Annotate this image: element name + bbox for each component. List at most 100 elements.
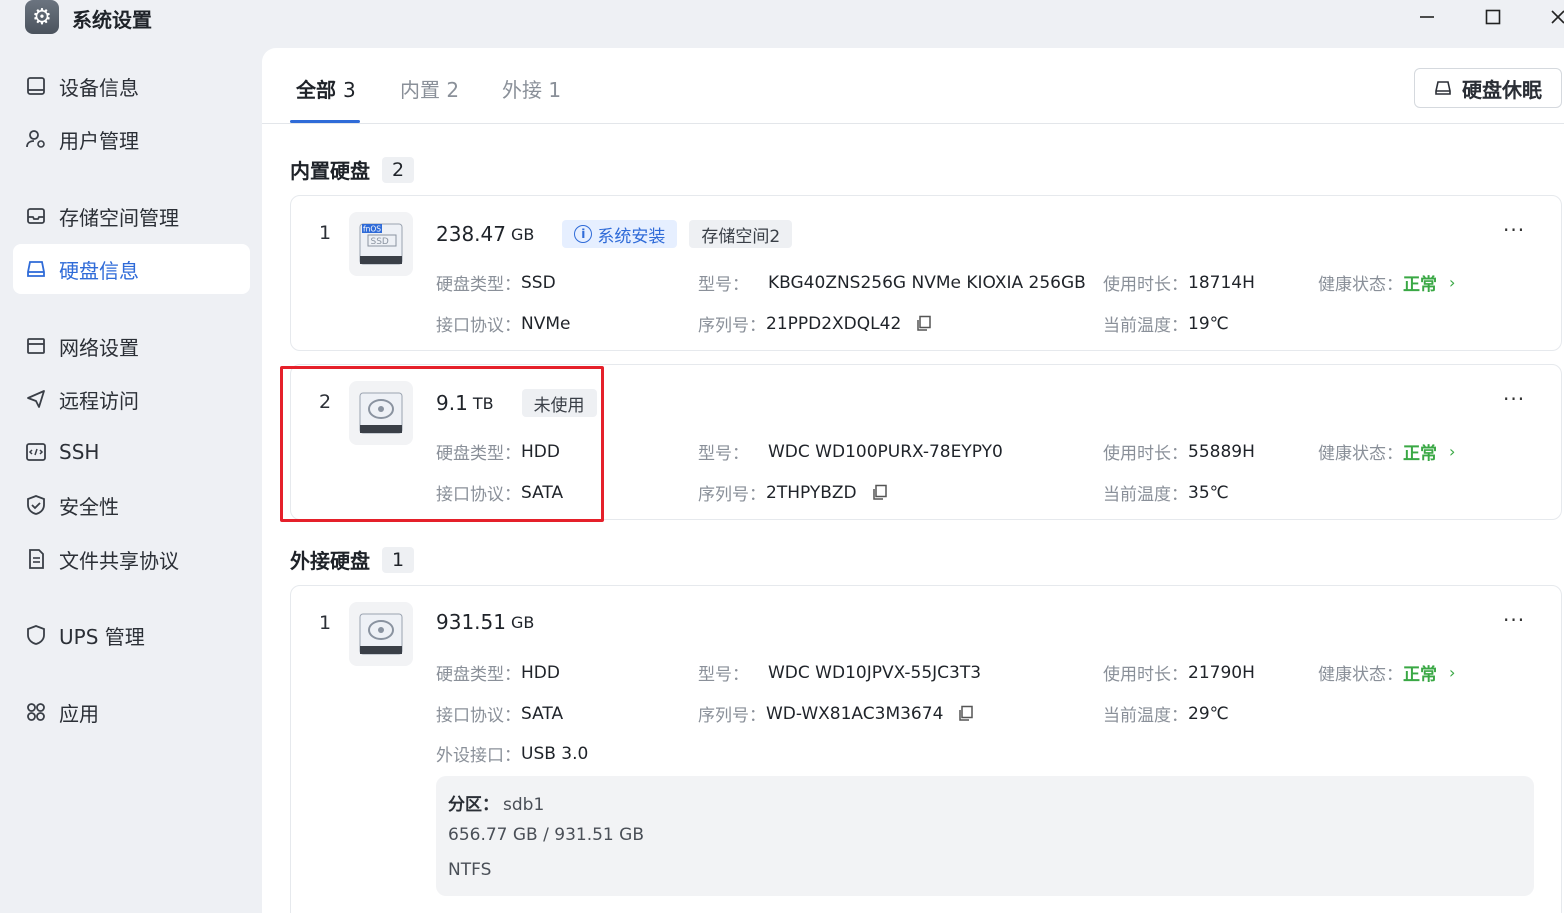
close-button[interactable] (1543, 2, 1564, 32)
section-title-external: 外接硬盘 1 (290, 545, 415, 574)
sidebar-item-label: 网络设置 (59, 335, 139, 360)
section-title-text: 外接硬盘 (290, 549, 370, 573)
tab-label: 外接 (502, 78, 542, 102)
field-value: WDC WD10JPVX-55JC3T3 (768, 662, 982, 683)
shield-check-icon (25, 494, 47, 516)
sidebar-item-file-sharing[interactable]: 文件共享协议 (13, 534, 250, 584)
usage-hours-field: 使用时长： 55889H (1103, 439, 1255, 465)
minimize-icon (1420, 16, 1434, 18)
more-icon[interactable]: ··· (1503, 218, 1525, 242)
field-label: 当前温度： (1103, 316, 1188, 336)
disk-size-unit: GB (510, 612, 535, 632)
window-title: 系统设置 (72, 8, 152, 32)
sidebar-item-label: 安全性 (59, 494, 119, 519)
partition-name: sdb1 (503, 795, 545, 815)
disk-type-field: 硬盘类型： SSD (436, 270, 556, 296)
health-field[interactable]: 健康状态： 正常 › (1318, 439, 1455, 464)
maximize-icon (1485, 9, 1501, 25)
device-icon (25, 75, 47, 97)
section-title-internal: 内置硬盘 2 (290, 155, 415, 184)
sidebar-item-remote-access[interactable]: 远程访问 (13, 374, 250, 424)
field-label: 硬盘类型： (436, 665, 521, 685)
tab-all[interactable]: 全部 3 (296, 74, 356, 103)
tab-external[interactable]: 外接 1 (502, 74, 561, 103)
sidebar-item-device-info[interactable]: 设备信息 (13, 61, 250, 111)
copy-icon[interactable] (871, 484, 888, 501)
partition-filesystem: NTFS (448, 860, 492, 880)
tag-label: 系统安装 (597, 226, 666, 247)
field-value: 19℃ (1188, 313, 1229, 334)
field-value: KBG40ZNS256G NVMe KIOXIA 256GB (768, 272, 1086, 293)
health-status: 正常 (1403, 275, 1437, 295)
sidebar-item-security[interactable]: 安全性 (13, 480, 250, 530)
temperature-field: 当前温度： 29℃ (1103, 701, 1229, 727)
field-label: 型号： (698, 275, 749, 295)
field-label: 型号： (698, 444, 749, 464)
field-label: 序列号： (698, 706, 766, 726)
sidebar-item-apps[interactable]: 应用 (13, 687, 250, 737)
field-label: 硬盘类型： (436, 275, 521, 295)
health-field[interactable]: 健康状态： 正常 › (1318, 270, 1455, 295)
usage-hours-field: 使用时长： 18714H (1103, 270, 1255, 296)
tab-internal[interactable]: 内置 2 (400, 74, 459, 103)
sidebar-item-label: SSH (59, 440, 100, 464)
health-field[interactable]: 健康状态： 正常 › (1318, 660, 1455, 685)
disk-icon (1435, 81, 1451, 95)
sidebar-item-label: 用户管理 (59, 128, 139, 153)
sidebar-item-label: 硬盘信息 (59, 258, 139, 283)
code-icon (25, 441, 47, 463)
more-icon[interactable]: ··· (1503, 387, 1525, 411)
disk-size: 931.51 GB (436, 610, 534, 634)
disk-sleep-label: 硬盘休眠 (1462, 77, 1542, 102)
copy-icon[interactable] (915, 315, 932, 332)
partition-name-line: 分区： sdb1 (448, 790, 544, 815)
disk-type-field: 硬盘类型： HDD (436, 660, 560, 686)
sidebar-item-ups[interactable]: UPS 管理 (13, 610, 250, 660)
sidebar-item-storage-management[interactable]: 存储空间管理 (13, 191, 250, 241)
serial-field: 序列号： WD-WX81AC3M3674 (698, 701, 974, 726)
sidebar-item-label: 远程访问 (59, 388, 139, 413)
sidebar-item-disk-info[interactable]: 硬盘信息 (13, 244, 250, 294)
hdd-image (349, 602, 413, 666)
model-field: 型号： WDC WD10JPVX-55JC3T3 (698, 660, 982, 686)
partition-label: 分区： (448, 795, 499, 815)
field-label: 健康状态： (1318, 444, 1403, 464)
field-label: 当前温度： (1103, 485, 1188, 505)
section-count: 1 (382, 546, 415, 573)
ssd-image: fnOS SSD (349, 212, 413, 276)
disk-index: 1 (319, 612, 332, 634)
minimize-button[interactable] (1412, 2, 1442, 32)
disk-sleep-button[interactable]: 硬盘休眠 (1414, 68, 1562, 108)
disk-index: 1 (319, 222, 332, 244)
gear-icon: ⚙ (25, 0, 59, 34)
field-label: 使用时长： (1103, 444, 1188, 464)
disk-card[interactable]: 1 fnOS SSD 238.47 GB i 系统安装 存储空间2 ··· 硬盘类… (290, 195, 1562, 351)
chevron-right-icon: › (1449, 273, 1456, 292)
title-bar: ⚙ 系统设置 (0, 0, 1564, 44)
disk-card[interactable]: 1 931.51 GB ··· 硬盘类型： HDD 接口协议： SATA 外设接口：… (290, 585, 1562, 913)
sidebar-item-network[interactable]: 网络设置 (13, 321, 250, 371)
user-gear-icon (25, 128, 47, 150)
shield-icon (25, 624, 47, 646)
model-field: 型号： KBG40ZNS256G NVMe KIOXIA 256GB (698, 270, 1086, 296)
field-value: 18714H (1188, 272, 1255, 293)
sidebar-item-user-management[interactable]: 用户管理 (13, 114, 250, 164)
section-count: 2 (382, 156, 415, 183)
system-install-tag: i 系统安装 (562, 220, 678, 248)
maximize-button[interactable] (1478, 2, 1508, 32)
more-icon[interactable]: ··· (1503, 608, 1525, 632)
health-status: 正常 (1403, 665, 1437, 685)
tab-count: 2 (446, 78, 460, 102)
sidebar-item-label: 应用 (59, 701, 99, 726)
copy-icon[interactable] (957, 705, 974, 722)
section-title-text: 内置硬盘 (290, 159, 370, 183)
sidebar-item-ssh[interactable]: SSH (13, 427, 250, 477)
serial-field: 序列号： 21PPD2XDQL42 (698, 311, 932, 336)
storage-tag: 存储空间2 (689, 220, 793, 248)
field-value: 55889H (1188, 441, 1255, 462)
field-value: WDC WD100PURX-78EYPY0 (768, 441, 1003, 462)
highlight-box (280, 366, 604, 522)
disk-size-value: 931.51 (436, 610, 506, 634)
chevron-right-icon: › (1449, 442, 1456, 461)
document-icon (25, 548, 47, 570)
